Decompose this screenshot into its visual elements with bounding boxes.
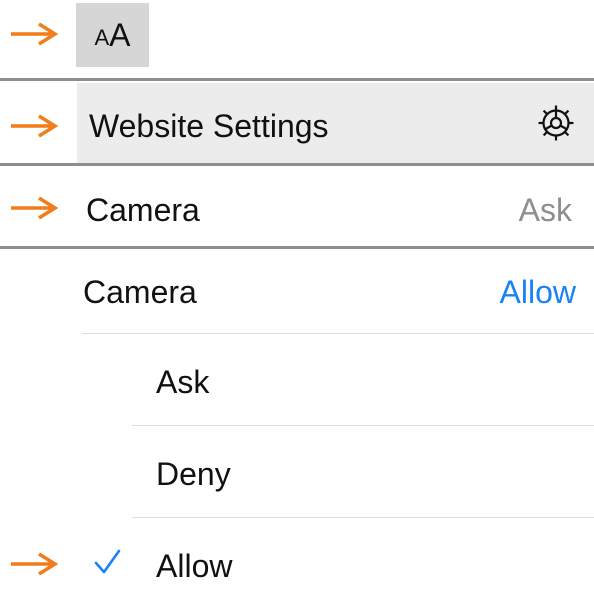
row-separator bbox=[82, 333, 594, 334]
section-divider bbox=[0, 163, 594, 166]
camera-permission-value: Allow bbox=[499, 274, 576, 310]
option-deny-label: Deny bbox=[156, 456, 231, 492]
option-ask[interactable]: Ask bbox=[132, 336, 594, 426]
text-size-small-a: A bbox=[94, 25, 110, 50]
row-separator bbox=[132, 517, 594, 518]
section-divider bbox=[0, 246, 594, 249]
arrow-right-icon bbox=[9, 552, 59, 576]
camera-label: Camera bbox=[83, 274, 197, 310]
option-allow[interactable]: Allow bbox=[132, 520, 594, 610]
text-size-large-a: A bbox=[109, 16, 131, 53]
row-separator bbox=[132, 425, 594, 426]
camera-permission-value: Ask bbox=[518, 192, 572, 228]
checkmark-icon bbox=[92, 547, 122, 577]
arrow-right-icon bbox=[9, 114, 59, 138]
website-settings-menu-item[interactable]: Website Settings bbox=[77, 83, 594, 163]
arrow-right-icon bbox=[9, 22, 59, 46]
text-size-button[interactable]: A A bbox=[76, 3, 149, 67]
section-divider bbox=[0, 78, 594, 81]
option-allow-label: Allow bbox=[156, 548, 233, 584]
camera-permission-row[interactable]: Camera Ask bbox=[77, 168, 594, 246]
option-ask-label: Ask bbox=[156, 364, 210, 400]
option-deny[interactable]: Deny bbox=[132, 428, 594, 518]
camera-label: Camera bbox=[86, 192, 200, 228]
arrow-right-icon bbox=[9, 196, 59, 220]
gear-icon bbox=[536, 103, 576, 143]
website-settings-label: Website Settings bbox=[89, 108, 329, 144]
camera-permission-header[interactable]: Camera Allow bbox=[80, 250, 594, 332]
